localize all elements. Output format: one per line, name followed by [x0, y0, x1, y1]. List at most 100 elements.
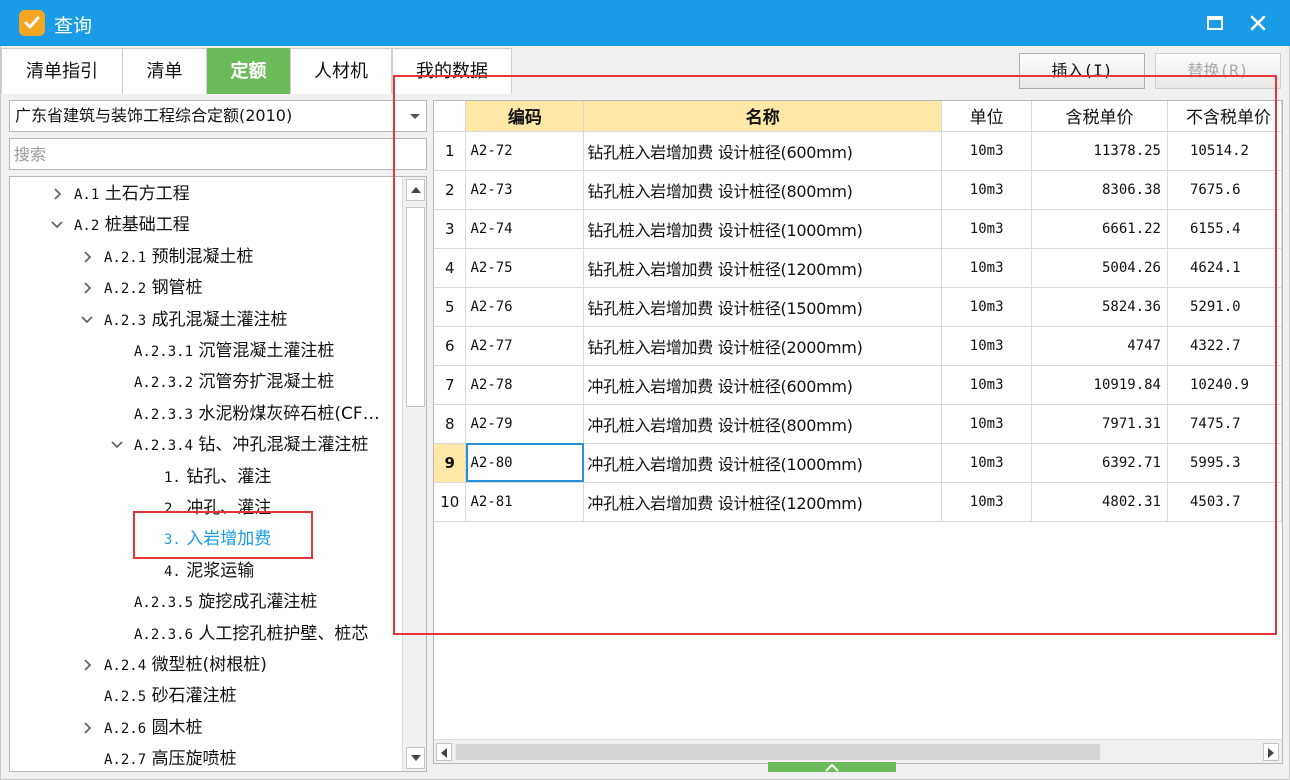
cell-price-without-tax[interactable]: 4322.7	[1167, 326, 1282, 366]
row-number[interactable]: 1	[434, 131, 467, 171]
replace-button[interactable]: 替换(R)	[1155, 53, 1281, 89]
cell-price-with-tax[interactable]: 10919.84	[1031, 365, 1168, 405]
close-icon[interactable]	[1243, 8, 1273, 38]
header-code[interactable]: 编码	[465, 101, 585, 132]
table-row[interactable]: 10 A2-81 冲孔桩入岩增加费 设计桩径(1200mm) 10m3 4802.31 4…	[434, 482, 1282, 522]
cell-name[interactable]: 冲孔桩入岩增加费 设计桩径(600mm)	[583, 365, 943, 405]
cell-price-with-tax[interactable]: 11378.25	[1031, 131, 1168, 171]
grid-horizontal-scrollbar[interactable]	[434, 739, 1282, 763]
cell-code[interactable]: A2-72	[465, 131, 585, 171]
table-row[interactable]: 8 A2-79 冲孔桩入岩增加费 设计桩径(800mm) 10m3 7971.31 747…	[434, 404, 1282, 444]
cell-code[interactable]: A2-76	[465, 287, 585, 327]
cell-name[interactable]: 钻孔桩入岩增加费 设计桩径(600mm)	[583, 131, 943, 171]
table-row[interactable]: 4 A2-75 钻孔桩入岩增加费 设计桩径(1200mm) 10m3 5004.26 46…	[434, 248, 1282, 288]
table-row[interactable]: 2 A2-73 钻孔桩入岩增加费 设计桩径(800mm) 10m3 8306.38 767…	[434, 170, 1282, 210]
cell-code[interactable]: A2-75	[465, 248, 585, 288]
row-number[interactable]: 7	[434, 365, 467, 405]
tree-item[interactable]: A.2.3 成孔混凝土灌注桩	[81, 305, 288, 336]
insert-button[interactable]: 插入(I)	[1019, 53, 1145, 89]
cell-price-with-tax[interactable]: 7971.31	[1031, 404, 1168, 444]
cell-price-with-tax[interactable]: 4802.31	[1031, 482, 1168, 522]
cell-price-without-tax[interactable]: 10240.9	[1167, 365, 1282, 405]
cell-price-with-tax[interactable]: 8306.38	[1031, 170, 1168, 210]
tree-item[interactable]: 3. 入岩增加费	[164, 524, 271, 555]
maximize-icon[interactable]	[1200, 8, 1230, 38]
cell-name[interactable]: 冲孔桩入岩增加费 设计桩径(800mm)	[583, 404, 943, 444]
cell-unit[interactable]: 10m3	[941, 365, 1033, 405]
table-row[interactable]: 6 A2-77 钻孔桩入岩增加费 设计桩径(2000mm) 10m3 4747 4322.…	[434, 326, 1282, 366]
tab-bill[interactable]: 清单	[122, 48, 207, 94]
cell-code[interactable]: A2-77	[465, 326, 585, 366]
cell-code[interactable]: A2-80	[465, 443, 585, 483]
tree-item[interactable]: A.2.6 圆木桩	[84, 713, 203, 744]
grid-scroll-thumb[interactable]	[456, 744, 1100, 760]
header-price-without-tax[interactable]: 不含税单价	[1167, 101, 1282, 132]
cell-code[interactable]: A2-78	[465, 365, 585, 405]
cell-code[interactable]: A2-74	[465, 209, 585, 249]
tree-item[interactable]: A.1 土石方工程	[54, 179, 190, 210]
cell-code[interactable]: A2-81	[465, 482, 585, 522]
tab-labor-material-machine[interactable]: 人材机	[290, 48, 392, 94]
cell-name[interactable]: 钻孔桩入岩增加费 设计桩径(2000mm)	[583, 326, 943, 366]
tree-vertical-scrollbar[interactable]	[402, 177, 426, 771]
tree-item[interactable]: A.2.3.4 钻、冲孔混凝土灌注桩	[111, 430, 368, 461]
cell-price-without-tax[interactable]: 5291.0	[1167, 287, 1282, 327]
cell-price-with-tax[interactable]: 6661.22	[1031, 209, 1168, 249]
tree-item[interactable]: A.2.1 预制混凝土桩	[84, 242, 254, 273]
cell-unit[interactable]: 10m3	[941, 482, 1033, 522]
tree-item[interactable]: A.2.3.1 沉管混凝土灌注桩	[134, 336, 334, 367]
table-row[interactable]: 9 A2-80 冲孔桩入岩增加费 设计桩径(1000mm) 10m3 6392.71 59…	[434, 443, 1282, 483]
row-number[interactable]: 8	[434, 404, 467, 444]
cell-price-without-tax[interactable]: 10514.2	[1167, 131, 1282, 171]
row-number[interactable]: 2	[434, 170, 467, 210]
row-number[interactable]: 9	[434, 443, 467, 483]
chevron-down-icon[interactable]	[50, 210, 64, 241]
scroll-left-icon[interactable]	[436, 743, 452, 761]
tree-item[interactable]: 1. 钻孔、灌注	[164, 462, 271, 493]
cell-unit[interactable]: 10m3	[941, 404, 1033, 444]
chevron-right-icon[interactable]	[80, 713, 94, 744]
tree-item[interactable]: A.2.7 高压旋喷桩	[104, 744, 237, 771]
chevron-right-icon[interactable]	[80, 242, 94, 273]
tab-quota[interactable]: 定额	[207, 48, 290, 94]
cell-code[interactable]: A2-73	[465, 170, 585, 210]
cell-unit[interactable]: 10m3	[941, 209, 1033, 249]
scroll-up-icon[interactable]	[406, 179, 425, 201]
panel-splitter-handle[interactable]	[768, 762, 896, 772]
tree-item[interactable]: A.2 桩基础工程	[51, 210, 190, 241]
cell-unit[interactable]: 10m3	[941, 131, 1033, 171]
cell-price-without-tax[interactable]: 7675.6	[1167, 170, 1282, 210]
chevron-right-icon[interactable]	[80, 273, 94, 304]
cell-price-without-tax[interactable]: 4624.1	[1167, 248, 1282, 288]
table-row[interactable]: 3 A2-74 钻孔桩入岩增加费 设计桩径(1000mm) 10m3 6661.22 61…	[434, 209, 1282, 249]
cell-price-without-tax[interactable]: 5995.3	[1167, 443, 1282, 483]
tree-item[interactable]: A.2.3.2 沉管夯扩混凝土桩	[134, 367, 334, 398]
dropdown-arrow-icon[interactable]	[410, 114, 420, 119]
scroll-down-icon[interactable]	[406, 747, 425, 769]
search-input[interactable]	[9, 138, 427, 170]
chevron-right-icon[interactable]	[50, 179, 64, 210]
cell-name[interactable]: 钻孔桩入岩增加费 设计桩径(1500mm)	[583, 287, 943, 327]
header-unit[interactable]: 单位	[941, 101, 1033, 132]
table-row[interactable]: 7 A2-78 冲孔桩入岩增加费 设计桩径(600mm) 10m3 10919.84 10…	[434, 365, 1282, 405]
cell-name[interactable]: 钻孔桩入岩增加费 设计桩径(800mm)	[583, 170, 943, 210]
cell-name[interactable]: 钻孔桩入岩增加费 设计桩径(1200mm)	[583, 248, 943, 288]
tab-bill-guide[interactable]: 清单指引	[1, 48, 123, 94]
cell-price-with-tax[interactable]: 5004.26	[1031, 248, 1168, 288]
chevron-down-icon[interactable]	[80, 305, 94, 336]
cell-unit[interactable]: 10m3	[941, 443, 1033, 483]
cell-unit[interactable]: 10m3	[941, 326, 1033, 366]
header-price-with-tax[interactable]: 含税单价	[1031, 101, 1168, 132]
tree-item[interactable]: 2. 冲孔、灌注	[164, 493, 271, 524]
scroll-right-icon[interactable]	[1263, 743, 1279, 761]
tree-item[interactable]: A.2.3.3 水泥粉煤灰碎石桩(CF…	[134, 399, 380, 430]
cell-price-without-tax[interactable]: 4503.7	[1167, 482, 1282, 522]
tree-item[interactable]: A.2.2 钢管桩	[84, 273, 203, 304]
row-number[interactable]: 5	[434, 287, 467, 327]
table-row[interactable]: 1 A2-72 钻孔桩入岩增加费 设计桩径(600mm) 10m3 11378.25 10…	[434, 131, 1282, 171]
row-number[interactable]: 4	[434, 248, 467, 288]
header-name[interactable]: 名称	[583, 101, 943, 132]
tab-my-data[interactable]: 我的数据	[392, 48, 512, 94]
cell-name[interactable]: 钻孔桩入岩增加费 设计桩径(1000mm)	[583, 209, 943, 249]
cell-price-with-tax[interactable]: 6392.71	[1031, 443, 1168, 483]
